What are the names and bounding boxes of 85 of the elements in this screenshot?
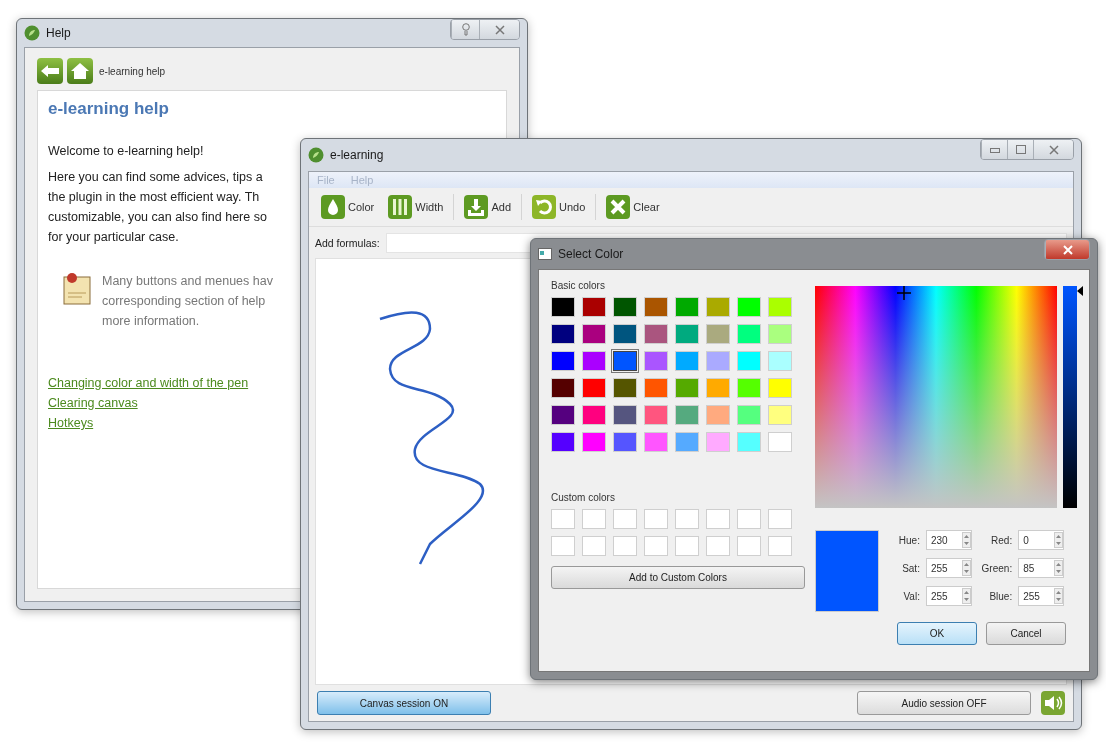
spin-field[interactable]: 230 bbox=[925, 530, 972, 550]
formula-label: Add formulas: bbox=[315, 237, 380, 249]
note-text-line: more information. bbox=[102, 313, 200, 330]
toolbar-button[interactable]: Undo bbox=[528, 193, 590, 221]
maximize-icon[interactable] bbox=[1015, 145, 1026, 154]
field-label: Sat: bbox=[901, 562, 920, 574]
add-custom-colors-button[interactable]: Add to Custom Colors bbox=[551, 566, 805, 589]
spin-arrows-icon[interactable] bbox=[961, 532, 971, 548]
spin-field[interactable]: 0 bbox=[1018, 530, 1065, 550]
help-text-line: customizable, you can also find here so bbox=[48, 209, 267, 226]
custom-color-swatch[interactable] bbox=[768, 536, 792, 556]
close-icon[interactable] bbox=[1048, 144, 1059, 155]
custom-color-swatch[interactable] bbox=[706, 509, 730, 529]
custom-color-swatch[interactable] bbox=[768, 509, 792, 529]
help-text-line: the plugin in the most efficient way. Th bbox=[48, 189, 260, 206]
custom-color-swatch[interactable] bbox=[551, 536, 575, 556]
spin-field[interactable]: 255 bbox=[1018, 586, 1065, 606]
custom-color-swatch[interactable] bbox=[675, 509, 699, 529]
field-label: Hue: bbox=[897, 534, 920, 546]
help-text-line: for your particular case. bbox=[48, 229, 179, 246]
dialog-icon bbox=[538, 248, 552, 260]
custom-color-swatch[interactable] bbox=[644, 536, 668, 556]
toolbar-button[interactable]: Clear bbox=[602, 193, 664, 221]
color-swatch[interactable] bbox=[613, 351, 637, 371]
spin-field[interactable]: 255 bbox=[925, 586, 972, 606]
note-icon bbox=[62, 271, 92, 305]
spin-arrows-icon[interactable] bbox=[1054, 588, 1064, 604]
help-link[interactable]: Changing color and width of the pen bbox=[48, 373, 249, 393]
speaker-icon[interactable] bbox=[1041, 691, 1065, 715]
color-spectrum[interactable] bbox=[815, 286, 1057, 508]
help-link[interactable]: Clearing canvas bbox=[48, 393, 138, 413]
lightbulb-icon[interactable] bbox=[461, 23, 470, 36]
drop-icon bbox=[321, 195, 345, 219]
download-icon bbox=[464, 195, 489, 219]
field-label: Green: bbox=[980, 562, 1013, 574]
custom-color-swatch[interactable] bbox=[706, 536, 730, 556]
custom-color-swatch[interactable] bbox=[551, 509, 575, 529]
ok-button[interactable]: OK bbox=[897, 622, 977, 645]
app-logo-icon bbox=[24, 25, 40, 41]
custom-color-swatch[interactable] bbox=[737, 536, 761, 556]
home-button[interactable] bbox=[67, 58, 93, 84]
minimize-icon[interactable] bbox=[989, 145, 1000, 154]
help-text-line: Here you can find some advices, tips a bbox=[48, 169, 263, 186]
help-heading: e-learning help bbox=[48, 99, 169, 119]
crosshair-icon bbox=[897, 286, 912, 300]
custom-color-swatch[interactable] bbox=[582, 536, 606, 556]
help-link[interactable]: Hotkeys bbox=[48, 413, 94, 433]
back-arrow-icon bbox=[41, 65, 59, 77]
note-text-line: corresponding section of help bbox=[102, 293, 266, 310]
spin-arrows-icon[interactable] bbox=[961, 588, 971, 604]
toolbar-button[interactable]: Width bbox=[384, 193, 448, 221]
back-button[interactable] bbox=[37, 58, 63, 84]
home-icon bbox=[71, 63, 89, 79]
custom-colors-label: Custom colors bbox=[551, 492, 615, 503]
custom-color-swatch[interactable] bbox=[675, 536, 699, 556]
custom-color-swatch[interactable] bbox=[613, 509, 637, 529]
spin-arrows-icon[interactable] bbox=[1054, 532, 1064, 548]
canvas-session-button[interactable]: Canvas session ON bbox=[317, 691, 491, 715]
spin-field[interactable]: 85 bbox=[1018, 558, 1065, 578]
app-logo-icon bbox=[308, 147, 324, 163]
custom-color-swatch[interactable] bbox=[644, 509, 668, 529]
window-title: e-learning bbox=[330, 148, 384, 162]
toolbar-button[interactable]: Add bbox=[460, 193, 515, 221]
custom-color-swatch[interactable] bbox=[582, 509, 606, 529]
undo-icon bbox=[532, 195, 556, 219]
spin-arrows-icon[interactable] bbox=[1054, 560, 1064, 576]
spin-field[interactable]: 255 bbox=[925, 558, 972, 578]
bars-icon bbox=[388, 195, 413, 219]
clear-icon bbox=[606, 195, 631, 219]
cancel-button[interactable]: Cancel bbox=[986, 622, 1066, 645]
field-label: Val: bbox=[902, 590, 920, 602]
field-label: Red: bbox=[990, 534, 1013, 546]
window-title: Select Color bbox=[558, 247, 624, 261]
toolbar-button[interactable]: Color bbox=[317, 193, 379, 221]
basic-colors-label: Basic colors bbox=[551, 280, 605, 291]
page-label: e-learning help bbox=[99, 65, 166, 77]
window-title: Help bbox=[46, 26, 71, 40]
close-icon[interactable] bbox=[494, 24, 505, 35]
spin-arrows-icon[interactable] bbox=[961, 560, 971, 576]
note-text-line: Many buttons and menues hav bbox=[102, 273, 273, 290]
custom-color-swatch[interactable] bbox=[613, 536, 637, 556]
welcome-text: Welcome to e-learning help! bbox=[48, 143, 204, 160]
custom-color-swatch[interactable] bbox=[737, 509, 761, 529]
field-label: Blue: bbox=[988, 590, 1013, 602]
audio-session-button[interactable]: Audio session OFF bbox=[857, 691, 1031, 715]
